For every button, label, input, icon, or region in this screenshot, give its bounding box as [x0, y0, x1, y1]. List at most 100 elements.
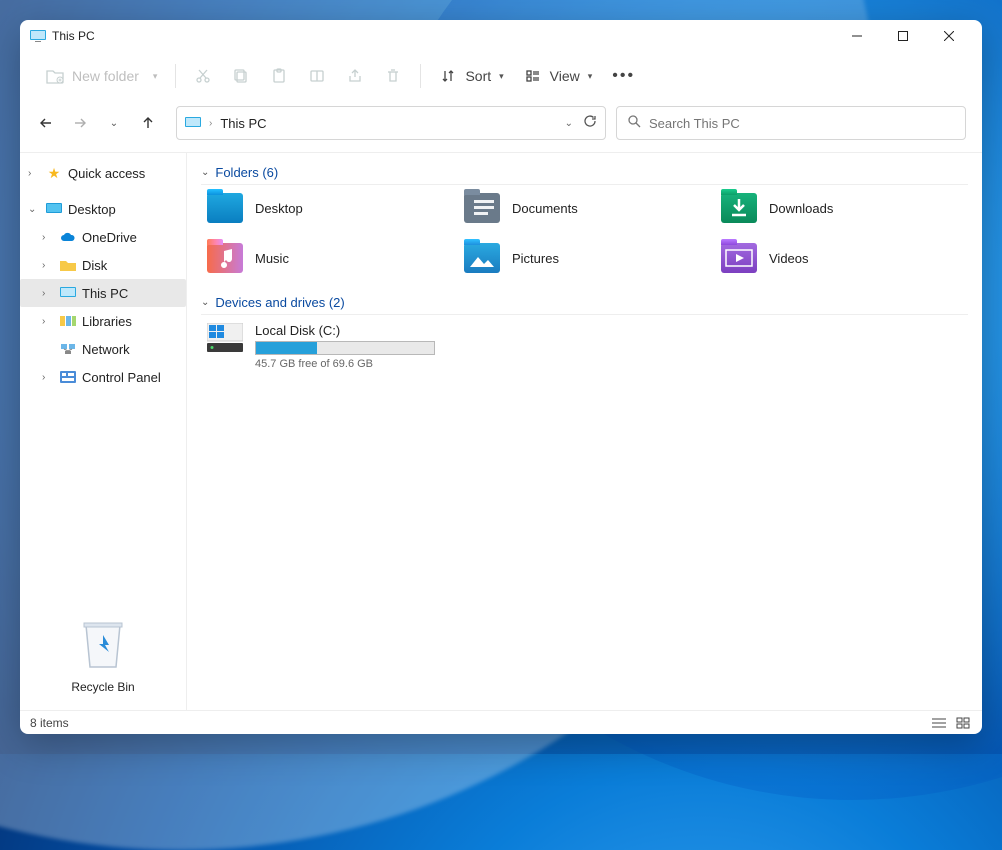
chevron-right-icon: ›	[42, 316, 54, 327]
share-icon	[346, 67, 364, 85]
copy-button[interactable]	[222, 61, 260, 91]
view-label: View	[550, 68, 580, 84]
search-input[interactable]	[649, 116, 955, 131]
minimize-button[interactable]	[834, 20, 880, 52]
toolbar: New folder ▾ Sort ▾ View ▾ •••	[20, 52, 982, 100]
drive-free-text: 45.7 GB free of 69.6 GB	[255, 358, 435, 370]
maximize-button[interactable]	[880, 20, 926, 52]
address-bar[interactable]: › This PC ⌄	[176, 106, 606, 140]
recent-button[interactable]: ⌄	[102, 111, 126, 135]
folder-label: Desktop	[255, 201, 303, 216]
sidebar-item-label: Disk	[82, 258, 107, 273]
folder-music[interactable]: Music	[207, 243, 454, 273]
drives-header-label: Devices and drives (2)	[215, 295, 344, 310]
chevron-right-icon: ›	[209, 118, 212, 129]
sidebar-item-this-pc[interactable]: › This PC	[20, 279, 186, 307]
folders-header-label: Folders (6)	[215, 165, 278, 180]
folder-desktop[interactable]: Desktop	[207, 193, 454, 223]
up-button[interactable]	[136, 111, 160, 135]
refresh-button[interactable]	[583, 114, 597, 133]
cut-icon	[194, 67, 212, 85]
desktop-icon	[46, 201, 62, 217]
pictures-folder-icon	[464, 243, 500, 273]
folder-documents[interactable]: Documents	[464, 193, 711, 223]
close-button[interactable]	[926, 20, 972, 52]
sort-label: Sort	[465, 68, 491, 84]
onedrive-icon	[60, 229, 76, 245]
sidebar-item-label: Quick access	[68, 166, 145, 181]
chevron-right-icon: ›	[42, 288, 54, 299]
delete-icon	[384, 67, 402, 85]
recycle-bin-icon	[78, 617, 128, 672]
paste-icon	[270, 67, 288, 85]
search-box[interactable]	[616, 106, 966, 140]
status-bar: 8 items	[20, 710, 982, 734]
back-button[interactable]	[34, 111, 58, 135]
folder-label: Videos	[769, 251, 809, 266]
icons-view-button[interactable]	[954, 714, 972, 732]
network-icon	[60, 341, 76, 357]
cut-button[interactable]	[184, 61, 222, 91]
folder-downloads[interactable]: Downloads	[721, 193, 968, 223]
breadcrumb[interactable]: This PC	[220, 116, 266, 131]
chevron-down-icon: ⌄	[28, 204, 40, 215]
copy-icon	[232, 67, 250, 85]
view-icon	[524, 67, 542, 85]
new-folder-label: New folder	[72, 68, 139, 84]
folder-label: Documents	[512, 201, 578, 216]
sidebar-item-onedrive[interactable]: › OneDrive	[20, 223, 186, 251]
sidebar: › ★ Quick access ⌄ Desktop › OneDrive › …	[20, 153, 187, 710]
this-pc-icon	[185, 115, 201, 131]
folder-label: Music	[255, 251, 289, 266]
sort-button[interactable]: Sort ▾	[429, 61, 513, 91]
chevron-right-icon: ›	[42, 372, 54, 383]
main-content: ⌄ Folders (6) Desktop Documents	[187, 153, 982, 710]
control-panel-icon	[60, 369, 76, 385]
recycle-bin-label: Recycle Bin	[71, 680, 134, 694]
sidebar-item-label: This PC	[82, 286, 128, 301]
details-view-button[interactable]	[930, 714, 948, 732]
more-button[interactable]: •••	[602, 61, 645, 91]
view-button[interactable]: View ▾	[514, 61, 603, 91]
status-item-count: 8 items	[30, 716, 69, 730]
rename-button[interactable]	[298, 61, 336, 91]
sidebar-item-libraries[interactable]: › Libraries	[20, 307, 186, 335]
sidebar-item-disk[interactable]: › Disk	[20, 251, 186, 279]
chevron-right-icon: ›	[42, 232, 54, 243]
drive-name: Local Disk (C:)	[255, 323, 435, 338]
folder-videos[interactable]: Videos	[721, 243, 968, 273]
chevron-down-icon: ▾	[588, 71, 593, 82]
chevron-right-icon: ›	[28, 168, 40, 179]
window-title: This PC	[52, 29, 95, 43]
drive-local-c[interactable]: Local Disk (C:) 45.7 GB free of 69.6 GB	[201, 323, 968, 370]
drives-section-header[interactable]: ⌄ Devices and drives (2)	[201, 291, 968, 315]
downloads-folder-icon	[721, 193, 757, 223]
share-button[interactable]	[336, 61, 374, 91]
chevron-down-icon: ⌄	[201, 297, 209, 308]
sidebar-item-label: Network	[82, 342, 130, 357]
forward-button[interactable]	[68, 111, 92, 135]
drive-icon	[207, 323, 243, 358]
sidebar-item-desktop[interactable]: ⌄ Desktop	[20, 195, 186, 223]
documents-folder-icon	[464, 193, 500, 223]
chevron-down-icon[interactable]: ⌄	[565, 118, 573, 129]
sidebar-item-quick-access[interactable]: › ★ Quick access	[20, 159, 186, 187]
videos-folder-icon	[721, 243, 757, 273]
folder-label: Pictures	[512, 251, 559, 266]
this-pc-icon	[60, 285, 76, 301]
libraries-icon	[60, 313, 76, 329]
this-pc-icon	[30, 28, 46, 44]
new-folder-button[interactable]: New folder ▾	[36, 61, 167, 91]
folders-section-header[interactable]: ⌄ Folders (6)	[201, 161, 968, 185]
sidebar-item-network[interactable]: › Network	[20, 335, 186, 363]
delete-button[interactable]	[374, 61, 412, 91]
titlebar: This PC	[20, 20, 982, 52]
recycle-bin[interactable]: Recycle Bin	[20, 607, 186, 710]
star-icon: ★	[46, 165, 62, 181]
chevron-right-icon: ›	[42, 260, 54, 271]
paste-button[interactable]	[260, 61, 298, 91]
rename-icon	[308, 67, 326, 85]
folder-pictures[interactable]: Pictures	[464, 243, 711, 273]
sidebar-item-control-panel[interactable]: › Control Panel	[20, 363, 186, 391]
sidebar-item-label: Libraries	[82, 314, 132, 329]
